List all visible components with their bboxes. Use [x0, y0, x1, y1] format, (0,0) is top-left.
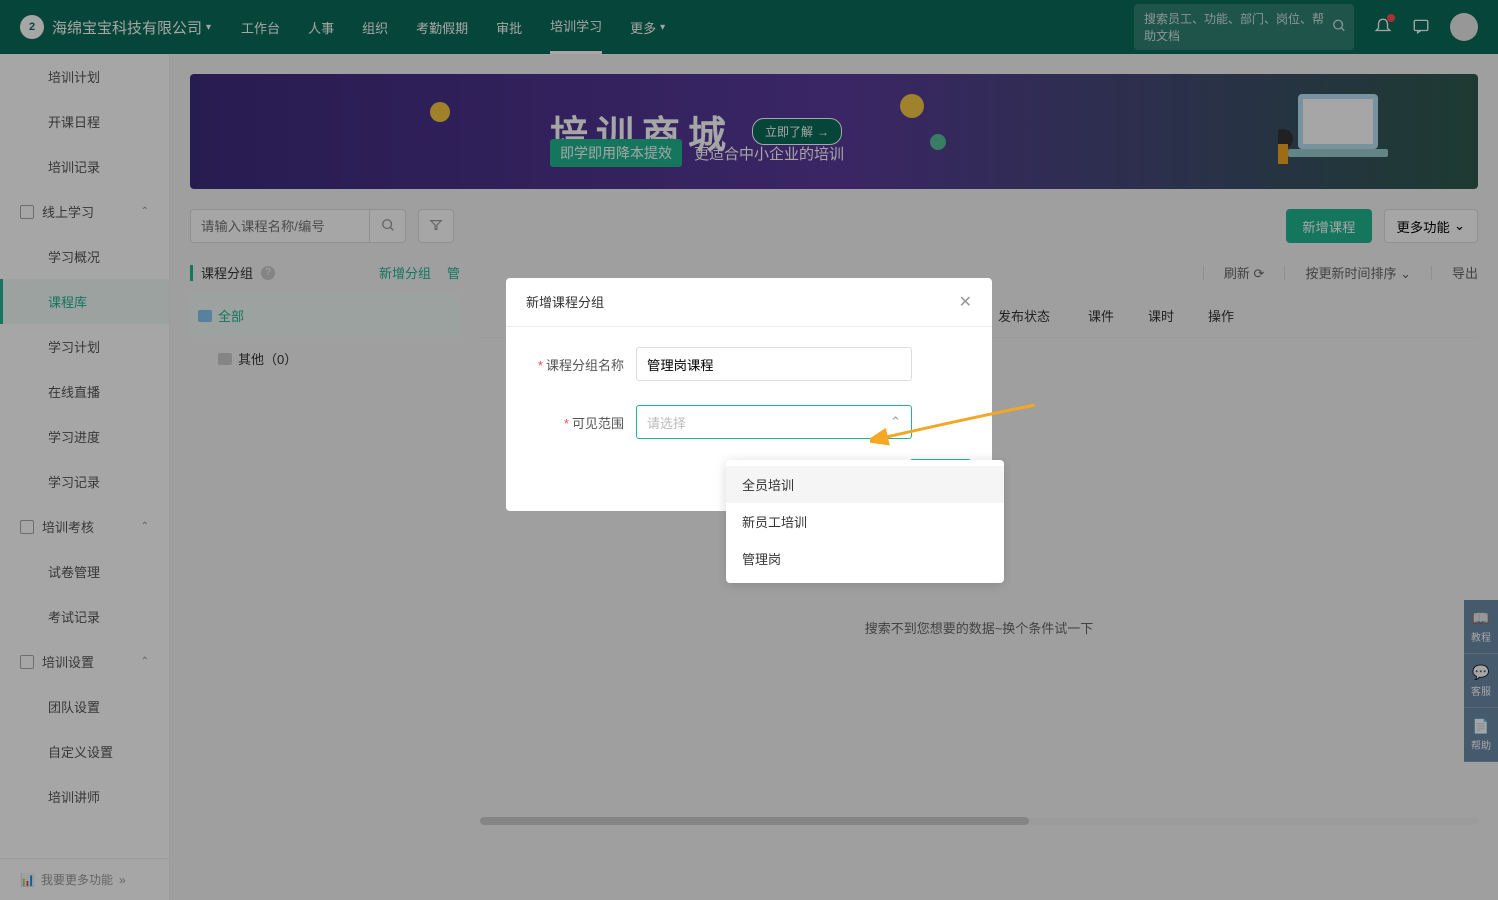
modal-body: *课程分组名称 *可见范围 请选择 ⌃: [506, 327, 992, 459]
form-label: *课程分组名称: [526, 355, 636, 374]
close-icon[interactable]: ✕: [959, 292, 972, 312]
modal-overlay: 新增课程分组 ✕ *课程分组名称 *可见范围 请选择 ⌃ 确认 全员培训 新员工…: [0, 0, 1498, 900]
dropdown-option[interactable]: 管理岗: [726, 540, 1004, 577]
scope-select[interactable]: 请选择 ⌃: [636, 405, 912, 439]
form-label: *可见范围: [526, 413, 636, 432]
scope-dropdown: 全员培训 新员工培训 管理岗: [726, 460, 1004, 583]
chevron-up-icon: ⌃: [890, 414, 901, 430]
group-name-input[interactable]: [636, 347, 912, 381]
dropdown-option[interactable]: 新员工培训: [726, 503, 1004, 540]
form-row-name: *课程分组名称: [526, 347, 912, 381]
form-row-scope: *可见范围 请选择 ⌃: [526, 405, 912, 439]
dropdown-option[interactable]: 全员培训: [726, 466, 1004, 503]
modal-head: 新增课程分组 ✕: [506, 278, 992, 327]
modal-title: 新增课程分组: [526, 292, 604, 312]
